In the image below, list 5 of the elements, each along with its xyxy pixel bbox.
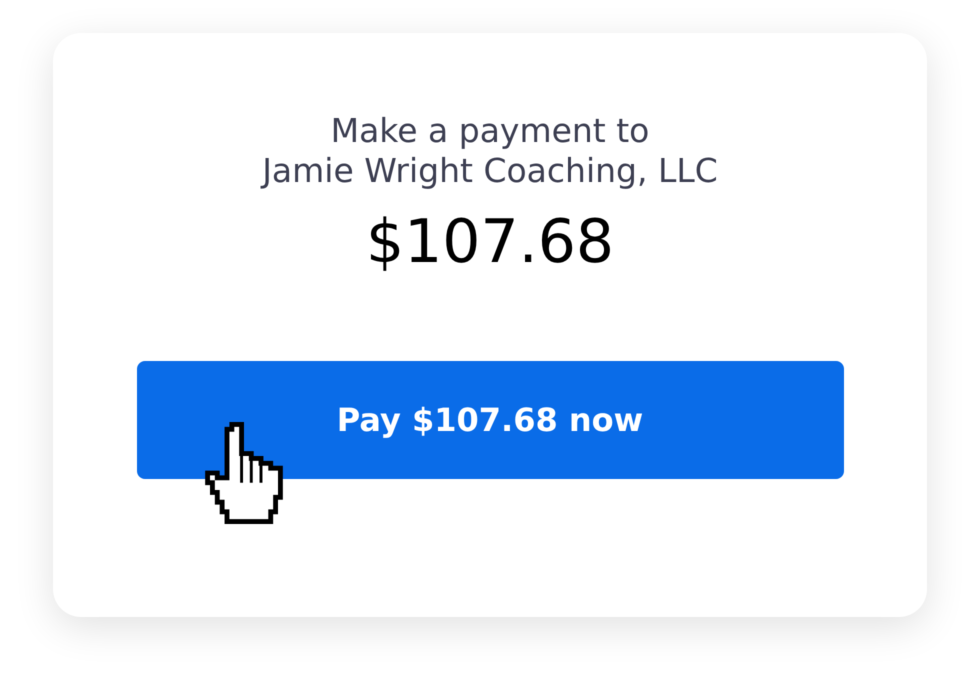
payment-heading-line: Jamie Wright Coaching, LLC bbox=[262, 151, 718, 191]
payment-amount: $107.68 bbox=[366, 207, 614, 277]
hand-pointer-icon bbox=[202, 422, 284, 524]
pay-button[interactable]: Pay $107.68 now bbox=[136, 361, 844, 479]
payment-heading-line: Make a payment to bbox=[330, 111, 650, 151]
